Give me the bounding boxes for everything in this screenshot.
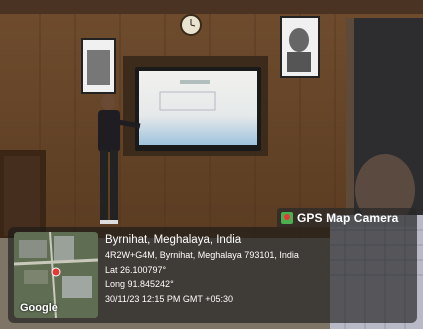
latitude: Lat 26.100797°: [105, 264, 167, 275]
address: 4R2W+G4M, Byrnihat, Meghalaya 793101, In…: [105, 250, 299, 260]
map-pin-icon: [281, 211, 293, 224]
map-thumbnail: Google: [14, 232, 98, 318]
google-logo: Google: [20, 302, 58, 314]
portrait-left-figure: [87, 50, 110, 85]
location-panel: Google Byrnihat, Meghalaya, India 4R2W+G…: [8, 227, 417, 323]
photo-scene: GPS Map Camera Google Byrnihat, Meghalay…: [0, 0, 423, 329]
timestamp: 30/11/23 12:15 PM GMT +05:30: [105, 293, 233, 304]
app-name: GPS Map Camera: [297, 210, 399, 225]
location-title: Byrnihat, Meghalaya, India: [105, 234, 242, 246]
longitude: Long 91.845242°: [105, 279, 174, 289]
location-marker-icon: [51, 267, 61, 277]
app-badge: GPS Map Camera: [277, 208, 417, 227]
location-info: Byrnihat, Meghalaya, India 4R2W+G4M, Byr…: [105, 233, 299, 306]
portrait-right-face: [289, 28, 309, 52]
